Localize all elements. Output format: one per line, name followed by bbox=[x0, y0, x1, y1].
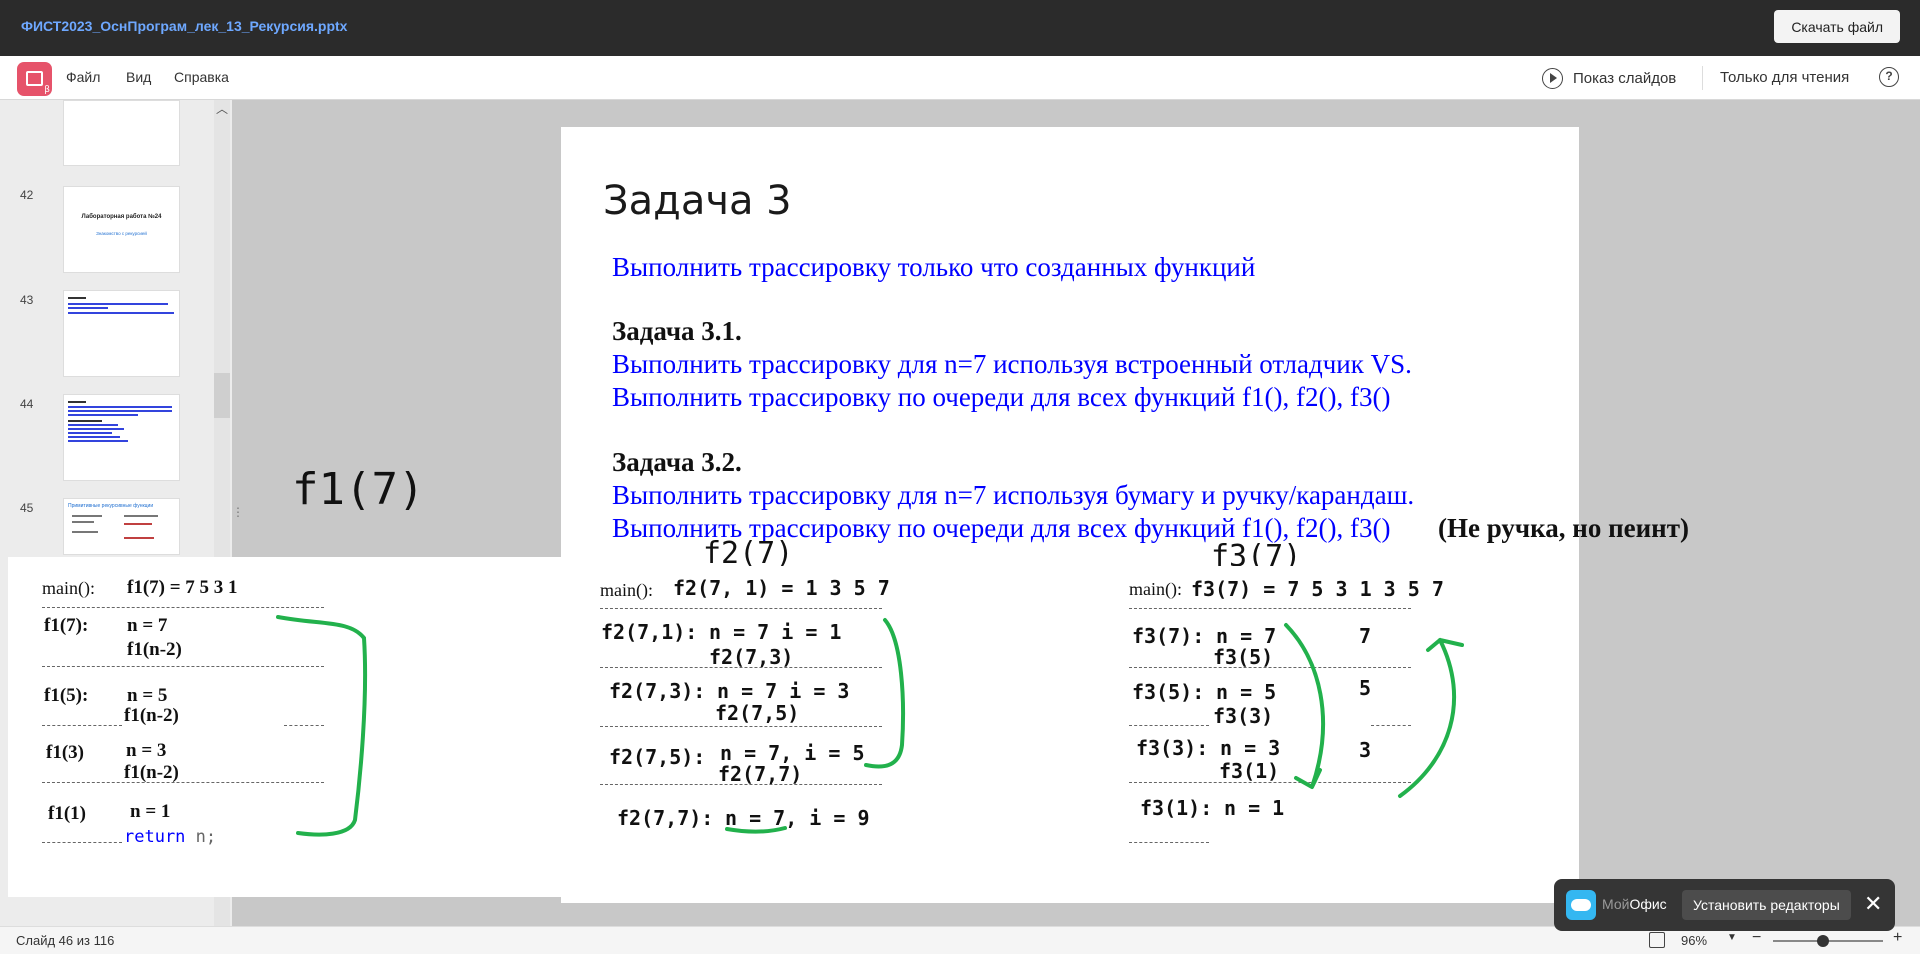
fit-to-window-icon[interactable] bbox=[1649, 932, 1665, 948]
f3-down-arrow-stroke bbox=[1284, 623, 1325, 789]
promo-brand: МойОфис bbox=[1602, 896, 1667, 912]
marker-annotations bbox=[276, 615, 1464, 837]
f2-underline-stroke bbox=[725, 826, 787, 834]
zoom-value[interactable]: 96% bbox=[1681, 933, 1707, 948]
f2-bracket-stroke bbox=[864, 618, 905, 769]
f1-bracket-stroke bbox=[276, 615, 368, 837]
brand-prefix: Мой bbox=[1602, 896, 1630, 912]
install-editors-button[interactable]: Установить редакторы bbox=[1682, 890, 1851, 920]
zoom-dropdown-icon[interactable]: ▼ bbox=[1727, 932, 1737, 943]
close-icon[interactable]: ✕ bbox=[1864, 891, 1882, 917]
f3-up-arrow-stroke bbox=[1398, 638, 1464, 798]
myoffice-logo-icon bbox=[1566, 890, 1596, 920]
brand-suffix: Офис bbox=[1629, 896, 1667, 912]
zoom-slider-knob[interactable] bbox=[1816, 935, 1829, 947]
zoom-in-button[interactable]: + bbox=[1893, 929, 1902, 947]
myoffice-promo-toast: МойОфис Установить редакторы ✕ bbox=[1554, 879, 1895, 931]
zoom-out-button[interactable]: − bbox=[1752, 929, 1761, 947]
slide-counter: Слайд 46 из 116 bbox=[16, 933, 115, 948]
